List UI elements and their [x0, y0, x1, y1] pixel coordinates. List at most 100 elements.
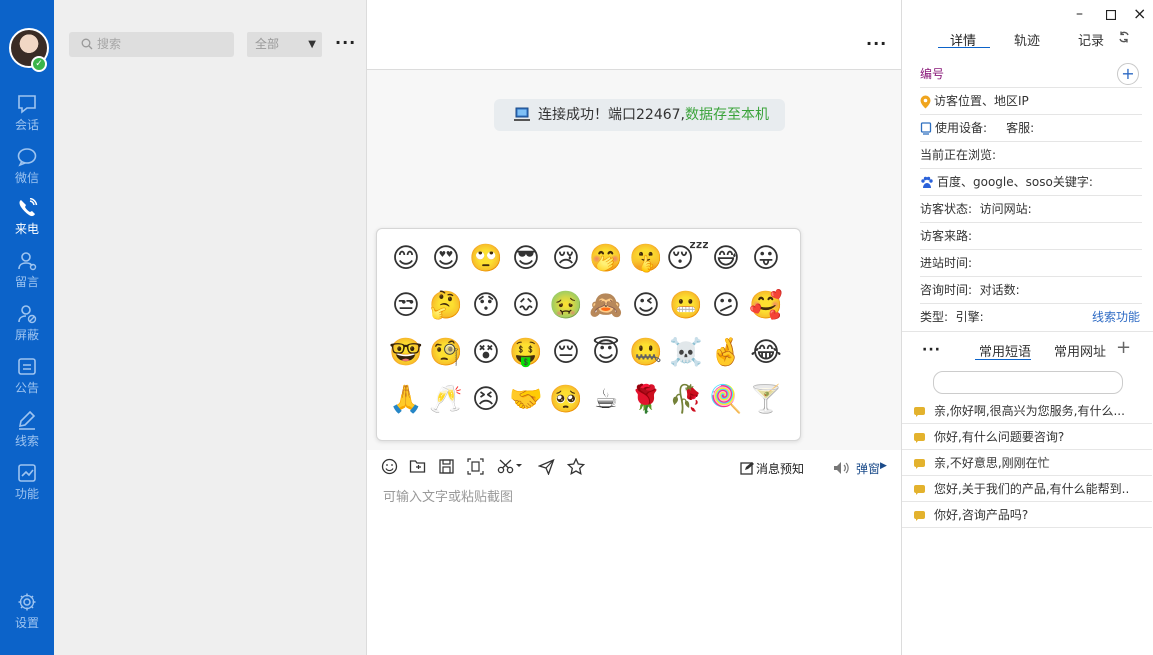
send-icon[interactable]	[538, 458, 555, 475]
active-tab-indicator	[938, 47, 990, 48]
tab-common-phrases[interactable]: 常用短语	[979, 341, 1031, 360]
emoji-option[interactable]: 😇	[586, 333, 626, 373]
emoji-option[interactable]: 🤭	[586, 239, 626, 279]
emoji-option[interactable]: 😬	[666, 286, 706, 326]
edit-preview-icon[interactable]	[740, 461, 754, 475]
popup-toggle[interactable]: 弹窗	[856, 460, 880, 477]
emoji-option[interactable]: 😒	[386, 286, 426, 326]
phone-icon	[19, 198, 38, 217]
clue-feature-link[interactable]: 线索功能	[1092, 304, 1140, 330]
search-icon	[81, 38, 93, 50]
emoji-option[interactable]: 🙏	[386, 380, 426, 420]
emoji-option[interactable]: 😅	[706, 239, 746, 279]
emoji-option[interactable]: 🍸	[746, 380, 786, 420]
emoji-option[interactable]: ☕	[586, 380, 626, 420]
emoji-option[interactable]: 🤓	[386, 333, 426, 373]
save-icon[interactable]	[438, 458, 455, 475]
nav-item-wechat[interactable]: 微信	[0, 147, 54, 197]
comment-icon	[914, 433, 925, 443]
emoji-option[interactable]: 😎	[506, 239, 546, 279]
phrase-item[interactable]: 你好,咨询产品吗?	[902, 503, 1152, 528]
emoji-option[interactable]: 🙄	[466, 239, 506, 279]
emoji-option[interactable]: 😍	[426, 239, 466, 279]
add-icon[interactable]: +	[1116, 337, 1131, 358]
close-icon[interactable]: ×	[1133, 4, 1146, 23]
more-icon[interactable]: ···	[922, 343, 941, 357]
emoji-option[interactable]: 🥀	[666, 380, 706, 420]
emoji-option[interactable]: 🧐	[426, 333, 466, 373]
emoji-option[interactable]: 🤐	[626, 333, 666, 373]
connection-notice: 连接成功！端口22467,数据存至本机	[494, 99, 785, 131]
speaker-icon[interactable]	[833, 461, 851, 475]
nav-item-messages[interactable]: 留言	[0, 251, 54, 301]
divider	[902, 331, 1153, 332]
type-row: 类型: 引擎: 线索功能	[920, 304, 1142, 331]
emoji-option[interactable]: 😊	[386, 239, 426, 279]
emoji-option[interactable]: 😂	[746, 333, 786, 373]
online-status-icon: ✓	[31, 56, 47, 72]
emoji-icon[interactable]	[381, 458, 398, 475]
minimize-icon[interactable]: –	[1076, 6, 1083, 22]
emoji-option[interactable]: 😕	[706, 286, 746, 326]
browsing-label: 当前正在浏览:	[920, 148, 997, 162]
screen-capture-icon[interactable]	[467, 458, 484, 475]
emoji-option[interactable]: 🤑	[506, 333, 546, 373]
emoji-option[interactable]: 🤔	[426, 286, 466, 326]
emoji-option[interactable]: 🥰	[746, 286, 786, 326]
emoji-option[interactable]: 😖	[506, 286, 546, 326]
refresh-icon[interactable]	[1118, 31, 1130, 43]
nav-item-features[interactable]: 功能	[0, 463, 54, 513]
folder-icon[interactable]	[409, 458, 426, 475]
phrase-search-input[interactable]	[933, 371, 1123, 394]
add-icon[interactable]: +	[1117, 63, 1139, 85]
nav-item-conversations[interactable]: 会话	[0, 94, 54, 144]
nav-label: 微信	[14, 171, 39, 185]
emoji-option[interactable]: 🤝	[506, 380, 546, 420]
emoji-option[interactable]: 😔	[546, 333, 586, 373]
nav-item-announcements[interactable]: 公告	[0, 357, 54, 407]
nav-item-blocked[interactable]: 屏蔽	[0, 304, 54, 354]
message-input[interactable]: 可输入文字或粘贴截图	[383, 486, 513, 505]
maximize-icon[interactable]	[1106, 10, 1116, 20]
chart-icon	[18, 464, 36, 482]
emoji-option[interactable]: 😯	[466, 286, 506, 326]
tab-records[interactable]: 记录	[1078, 30, 1104, 49]
emoji-option[interactable]: 🤢	[546, 286, 586, 326]
emoji-option[interactable]: 🤫	[626, 239, 666, 279]
emoji-option[interactable]: 🌹	[626, 380, 666, 420]
nav-item-leads[interactable]: 线索	[0, 410, 54, 460]
phrase-item[interactable]: 你好,有什么问题要咨询?	[902, 425, 1152, 450]
filter-select[interactable]: 全部 ▼	[247, 32, 322, 57]
emoji-option[interactable]: 🥂	[426, 380, 466, 420]
emoji-option[interactable]: 😢	[546, 239, 586, 279]
pen-icon	[18, 410, 36, 430]
location-pin-icon	[920, 95, 931, 108]
emoji-option[interactable]: 😉	[626, 286, 666, 326]
more-icon[interactable]: ···	[335, 35, 356, 51]
star-icon[interactable]	[567, 458, 585, 475]
emoji-option[interactable]: 🤞	[706, 333, 746, 373]
nav-label: 功能	[14, 487, 39, 501]
comment-icon	[914, 485, 925, 495]
phrase-item[interactable]: 亲,不好意思,刚刚在忙	[902, 451, 1152, 476]
nav-item-settings[interactable]: 设置	[0, 592, 54, 642]
emoji-option[interactable]: 😵	[466, 333, 506, 373]
search-input[interactable]: 搜索	[69, 32, 234, 57]
phrase-text: 亲,你好啊,很高兴为您服务,有什么...	[934, 404, 1125, 418]
nav-item-calls[interactable]: 来电	[0, 198, 54, 248]
emoji-option[interactable]: 😣	[466, 380, 506, 420]
emoji-option[interactable]: 🙈	[586, 286, 626, 326]
phrase-item[interactable]: 亲,你好啊,很高兴为您服务,有什么...	[902, 399, 1152, 424]
emoji-option[interactable]: ☠️	[666, 333, 706, 373]
more-icon[interactable]: ···	[866, 36, 887, 52]
phrase-item[interactable]: 您好,关于我们的产品,有什么能帮到..	[902, 477, 1152, 502]
tab-common-urls[interactable]: 常用网址	[1054, 341, 1106, 360]
device-icon	[920, 122, 932, 135]
emoji-option[interactable]: 🍭	[706, 380, 746, 420]
emoji-option[interactable]: 😴	[666, 239, 709, 279]
tab-track[interactable]: 轨迹	[1014, 30, 1040, 49]
emoji-option[interactable]: 😛	[746, 239, 786, 279]
emoji-option[interactable]: 🥺	[546, 380, 586, 420]
message-preview-toggle[interactable]: 消息预知	[756, 460, 804, 477]
scissors-icon[interactable]	[497, 458, 523, 475]
